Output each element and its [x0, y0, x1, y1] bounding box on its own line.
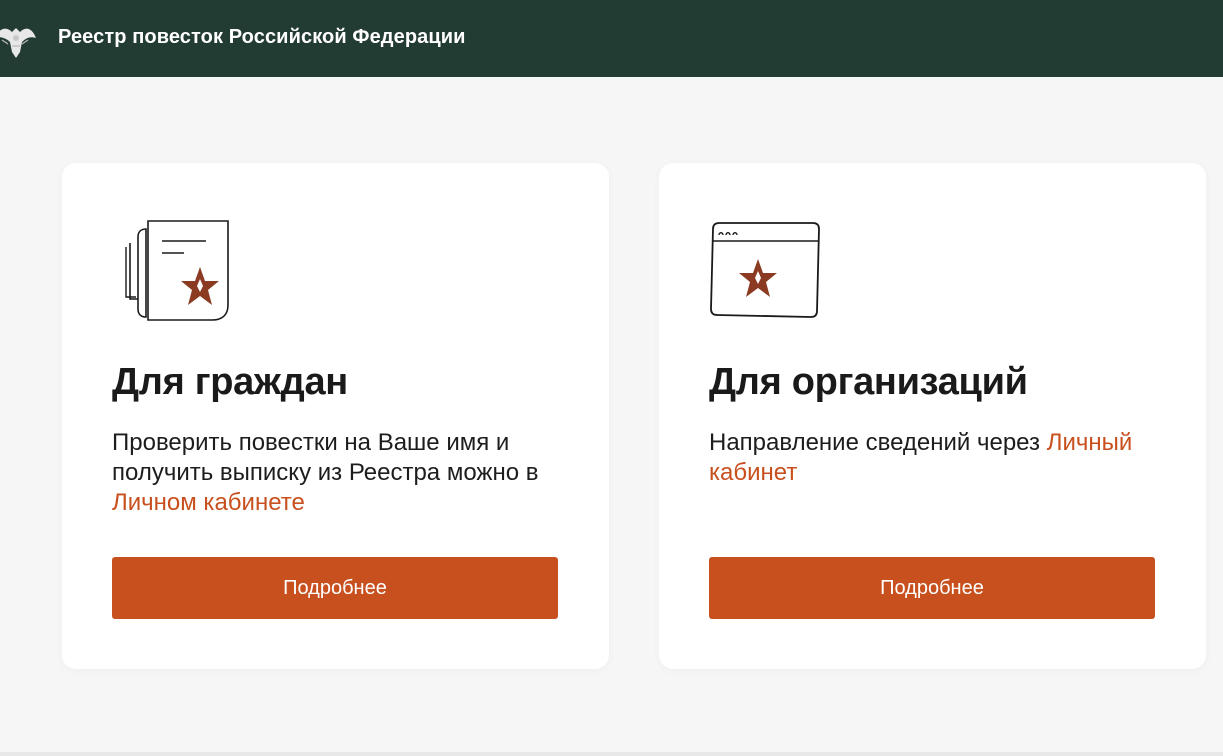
citizens-card-title: Для граждан — [112, 361, 348, 403]
site-header: Реестр повесток Российской Федерации — [0, 0, 1223, 77]
page-bottom-divider — [0, 752, 1223, 756]
citizens-card-text: Проверить повестки на Ваше имя и получит… — [112, 428, 572, 518]
browser-window-star-icon — [710, 222, 820, 318]
organizations-card: Для организаций Направление сведений чер… — [659, 163, 1206, 669]
citizens-card: Для граждан Проверить повестки на Ваше и… — [62, 163, 609, 669]
organizations-more-button[interactable]: Подробнее — [709, 557, 1155, 619]
organizations-card-text: Направление сведений через Личный кабине… — [709, 428, 1169, 488]
organizations-card-description: Направление сведений через — [709, 429, 1047, 456]
eagle-emblem-icon[interactable] — [0, 18, 38, 60]
site-title[interactable]: Реестр повесток Российской Федерации — [58, 26, 466, 49]
citizens-personal-account-link[interactable]: Личном кабинете — [112, 489, 305, 516]
document-star-icon — [125, 220, 229, 321]
organizations-card-title: Для организаций — [709, 361, 1028, 403]
citizens-card-description: Проверить повестки на Ваше имя и получит… — [112, 429, 539, 486]
citizens-more-button[interactable]: Подробнее — [112, 557, 558, 619]
